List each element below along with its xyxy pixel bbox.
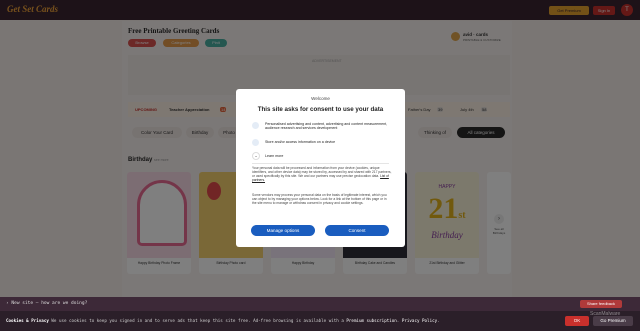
cookie-ok-button[interactable]: OK	[565, 316, 589, 326]
cookie-bar: Cookies & Privacy We use cookies to keep…	[0, 311, 640, 331]
dialog-paragraph: Some vendors may process your personal d…	[252, 193, 387, 206]
person-icon	[252, 122, 259, 129]
premium-link[interactable]: Premium subscription	[346, 318, 396, 323]
consent-button[interactable]: Consent	[325, 225, 389, 236]
feedback-bar: › New site — how are we doing? Share fee…	[0, 297, 640, 311]
share-feedback-button[interactable]: Share feedback	[580, 300, 622, 308]
chevron-down-icon[interactable]: ⌄	[252, 152, 260, 160]
learn-more-toggle[interactable]: Learn more	[265, 154, 391, 158]
dialog-divider	[252, 163, 389, 164]
dialog-paragraph: Your personal data will be processed and…	[252, 166, 392, 183]
dialog-welcome: Welcome	[311, 96, 330, 101]
purpose-advertising: Personalised advertising and content, ad…	[265, 122, 388, 131]
consent-dialog: Welcome This site asks for consent to us…	[236, 89, 405, 247]
dialog-title: This site asks for consent to use your d…	[257, 106, 384, 113]
cookie-text: Cookies & Privacy We use cookies to keep…	[6, 318, 440, 323]
manage-options-button[interactable]: Manage options	[251, 225, 315, 236]
device-icon	[252, 139, 259, 146]
purpose-storage: Store and/or access information on a dev…	[265, 140, 336, 144]
feedback-text: › New site — how are we doing?	[6, 301, 88, 306]
watermark: ScanMalware	[590, 311, 621, 317]
go-premium-button[interactable]: Go Premium	[593, 316, 633, 326]
privacy-link[interactable]: Privacy Policy	[402, 318, 437, 323]
